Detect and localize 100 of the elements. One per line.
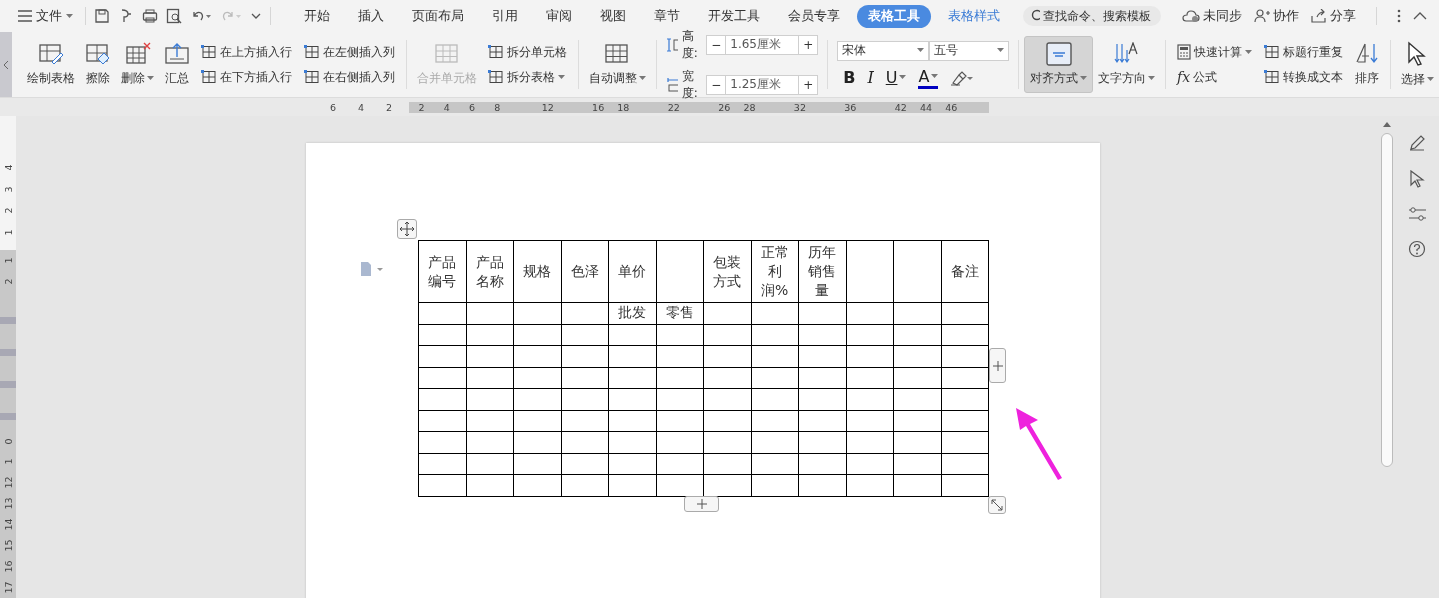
ribbon-button[interactable]: 选择 bbox=[1395, 32, 1439, 97]
person-plus-icon bbox=[1254, 9, 1270, 23]
more-icon[interactable] bbox=[1397, 9, 1401, 23]
ribbon-tab[interactable]: 表格工具 bbox=[857, 4, 931, 28]
collapse-ribbon-icon[interactable] bbox=[1413, 11, 1427, 21]
scrollbar-thumb[interactable] bbox=[1381, 133, 1393, 467]
ribbon-button[interactable]: 在右侧插入列 bbox=[302, 67, 398, 87]
scroll-up-icon bbox=[1383, 122, 1391, 127]
caret-icon bbox=[997, 48, 1005, 53]
ruler-number: 4 bbox=[2, 164, 14, 171]
ribbon-button[interactable]: 在下方插入行 bbox=[199, 67, 295, 87]
save-icon[interactable] bbox=[94, 8, 110, 24]
pen-icon[interactable] bbox=[1408, 134, 1426, 152]
help-icon[interactable] bbox=[1408, 240, 1426, 258]
font-size-dropdown[interactable]: 五号 bbox=[929, 40, 1010, 61]
italic-button[interactable]: I bbox=[867, 68, 874, 87]
print-preview-icon[interactable] bbox=[166, 8, 182, 24]
increase-button[interactable]: + bbox=[798, 34, 819, 55]
ribbon-tab[interactable]: 插入 bbox=[347, 4, 395, 28]
table-cell: 色泽 bbox=[570, 262, 599, 281]
ribbon-button[interactable]: 标题行重复 bbox=[1262, 42, 1346, 62]
ribbon-tab[interactable]: 会员专享 bbox=[777, 4, 851, 28]
width-icon bbox=[665, 76, 678, 93]
table-cell: 批发 bbox=[618, 303, 647, 322]
ruler-number: 2 bbox=[384, 101, 393, 113]
ribbon-tab[interactable]: 视图 bbox=[589, 4, 637, 28]
ruler-number: 2 bbox=[2, 278, 14, 285]
pointer-icon[interactable] bbox=[1409, 170, 1425, 188]
ribbon-button[interactable]: 排序 bbox=[1349, 32, 1386, 97]
ribbon-tab[interactable]: 章节 bbox=[643, 4, 691, 28]
resize-icon bbox=[991, 499, 1003, 511]
align-icon bbox=[1045, 42, 1072, 66]
increase-button[interactable]: + bbox=[798, 74, 819, 95]
underline-button[interactable]: U bbox=[885, 68, 907, 87]
ruler-number: 1 bbox=[2, 229, 14, 236]
ribbon-button[interactable]: 在左侧插入列 bbox=[302, 42, 398, 62]
ribbon-tab[interactable]: 表格样式 bbox=[937, 4, 1011, 28]
ruler-number: 0 bbox=[2, 438, 14, 445]
table-cell: 规格 bbox=[523, 262, 552, 281]
ruler-number: 42 bbox=[893, 101, 908, 113]
ribbon-button[interactable]: 文字方向 bbox=[1093, 32, 1161, 97]
font-color-button[interactable]: A bbox=[918, 66, 939, 89]
resize-handle[interactable] bbox=[988, 496, 1006, 514]
plus-icon bbox=[992, 360, 1003, 371]
table-move-handle[interactable] bbox=[397, 219, 417, 239]
ruler-number: 36 bbox=[843, 101, 858, 113]
ruler-number: 16 bbox=[2, 560, 14, 573]
chevron-left-icon bbox=[3, 60, 10, 69]
ruler-number: 1 bbox=[2, 458, 14, 465]
ribbon-tab[interactable]: 开始 bbox=[293, 4, 341, 28]
ribbon-tab[interactable]: 页面布局 bbox=[401, 4, 475, 28]
bold-button[interactable]: B bbox=[843, 68, 856, 87]
size-field[interactable]: 1.25厘米 bbox=[726, 74, 799, 95]
ruler-number: 32 bbox=[792, 101, 807, 113]
settings-sliders-icon[interactable] bbox=[1408, 206, 1426, 222]
caret-icon bbox=[917, 48, 925, 53]
decrease-button[interactable]: − bbox=[706, 34, 727, 55]
ruler-number: 18 bbox=[616, 101, 631, 113]
search-field[interactable]: 查找命令、搜索模板 bbox=[1023, 6, 1161, 26]
highlighter-icon[interactable] bbox=[950, 69, 975, 86]
cloud-icon bbox=[1182, 9, 1200, 23]
ruler-number: 6 bbox=[328, 101, 337, 113]
ribbon-button[interactable]: 自动调整 bbox=[583, 32, 651, 97]
ribbon-button[interactable]: fx 公式 bbox=[1175, 67, 1255, 87]
account-button[interactable]: 分享 bbox=[1311, 7, 1356, 25]
table-cell: 零售 bbox=[665, 303, 694, 322]
draw-table-icon bbox=[38, 42, 65, 66]
account-button[interactable]: 未同步 bbox=[1182, 7, 1242, 25]
ribbon-button[interactable]: 擦除 bbox=[80, 32, 117, 97]
decrease-button[interactable]: − bbox=[706, 74, 727, 95]
ruler-number: 13 bbox=[2, 497, 14, 510]
ribbon-button[interactable]: 拆分单元格 bbox=[486, 42, 569, 62]
auto-fit-icon bbox=[604, 42, 631, 66]
ribbon-button[interactable]: 删除 bbox=[116, 32, 160, 97]
print-icon[interactable] bbox=[142, 8, 158, 24]
move-icon bbox=[400, 222, 414, 236]
ruler-number: 3 bbox=[2, 186, 14, 193]
ruler-number: 12 bbox=[540, 101, 555, 113]
file-menu[interactable]: 文件 bbox=[14, 5, 77, 27]
ribbon-button[interactable]: 汇总 bbox=[159, 32, 196, 97]
ribbon-tab[interactable]: 引用 bbox=[481, 4, 529, 28]
ribbon-button[interactable]: 拆分表格 bbox=[486, 67, 569, 87]
table-cell: 单价 bbox=[618, 262, 647, 281]
ruler-number: 8 bbox=[493, 101, 502, 113]
ribbon-button[interactable]: 快速计算 bbox=[1175, 42, 1255, 62]
ribbon-button[interactable]: 转换成文本 bbox=[1262, 67, 1346, 87]
table-cell-text: 正常利润% bbox=[759, 243, 790, 300]
font-family-dropdown[interactable]: 宋体 bbox=[837, 40, 930, 61]
ruler-number: 2 bbox=[2, 207, 14, 214]
size-field[interactable]: 1.65厘米 bbox=[726, 34, 799, 55]
align-button[interactable]: 对齐方式 bbox=[1024, 36, 1094, 93]
ribbon-button[interactable]: 在上方插入行 bbox=[199, 42, 295, 62]
ruler-number: 17 bbox=[2, 581, 14, 594]
ribbon-button[interactable]: 绘制表格 bbox=[22, 32, 81, 97]
insert-row-icon bbox=[201, 70, 218, 84]
ribbon-tab[interactable]: 开发工具 bbox=[697, 4, 771, 28]
account-button[interactable]: 协作 bbox=[1254, 7, 1299, 25]
split-icon bbox=[488, 70, 504, 84]
ribbon-tab[interactable]: 审阅 bbox=[535, 4, 583, 28]
sum-icon bbox=[164, 42, 191, 66]
